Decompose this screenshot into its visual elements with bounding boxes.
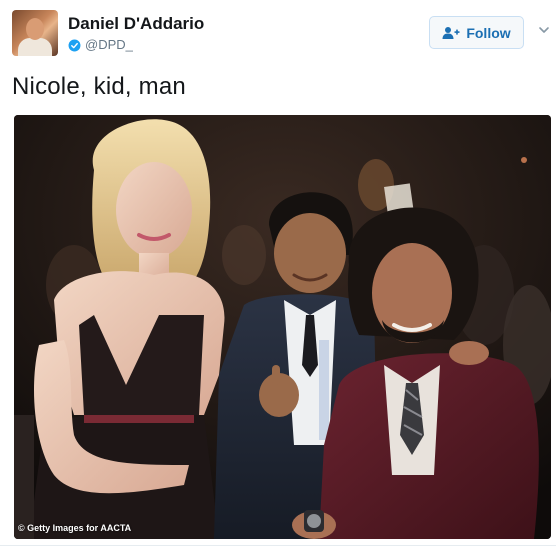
author-handle[interactable]: @DPD_	[85, 37, 133, 53]
author-handle-row: @DPD_	[68, 37, 133, 53]
photo-scene	[14, 115, 551, 539]
crowd-figure	[222, 225, 266, 285]
verified-badge-icon	[68, 39, 81, 51]
follow-button-label: Follow	[466, 24, 511, 41]
divider	[0, 545, 556, 546]
tweet-card: Daniel D'Addario @DPD_ Follow Nicole, ki…	[0, 0, 556, 549]
avatar-face-shape	[26, 18, 44, 40]
chair	[14, 415, 34, 539]
tweet-text: Nicole, kid, man	[12, 73, 186, 100]
photo-credit: © Getty Images for AACTA	[18, 523, 132, 533]
tweet-photo[interactable]: © Getty Images for AACTA	[14, 115, 551, 539]
follow-user-icon	[442, 26, 460, 39]
chevron-down-icon[interactable]	[538, 24, 550, 36]
author-avatar[interactable]	[12, 10, 58, 56]
follow-button[interactable]: Follow	[429, 16, 524, 49]
stage-light	[521, 157, 527, 163]
avatar-body-shape	[18, 38, 52, 56]
author-display-name[interactable]: Daniel D'Addario	[68, 14, 204, 34]
